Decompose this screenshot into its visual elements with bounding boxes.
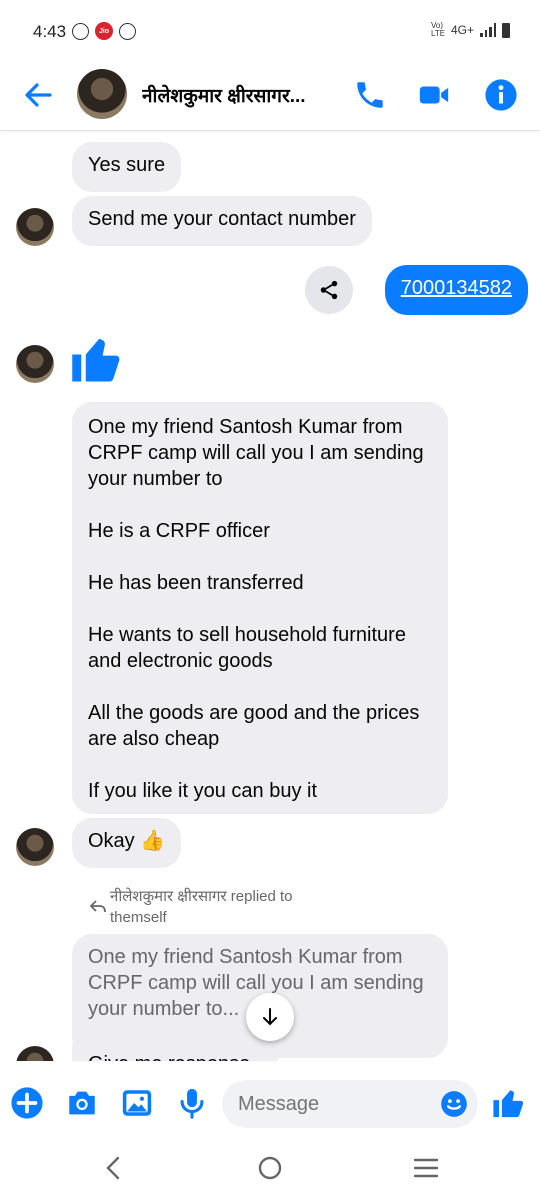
nav-recents-icon[interactable] — [410, 1152, 442, 1184]
plus-icon[interactable] — [10, 1086, 44, 1120]
sender-avatar[interactable] — [16, 1046, 54, 1061]
reply-icon — [90, 900, 106, 913]
reply-note: नीलेशकुमार क्षीरसागर replied to themself — [110, 888, 293, 926]
message-bubble-in[interactable]: Give me response — [72, 1041, 278, 1061]
battery-icon — [502, 22, 510, 38]
arrow-down-icon — [263, 1008, 277, 1026]
message-text: Send me your contact number — [88, 208, 356, 230]
phone-number-link[interactable]: 7000134582 — [401, 277, 512, 299]
message-text: Yes sure — [88, 154, 166, 176]
message-paragraph: One my friend Santosh Kumar from CRPF ca… — [88, 416, 424, 490]
video-call-icon[interactable] — [417, 78, 451, 112]
message-text: Give me response — [88, 1053, 250, 1061]
message-list[interactable]: Yes sure Send me your contact number 700… — [0, 131, 540, 1061]
status-bar: 4:43 Jio Vo) LTE 4G+ — [0, 0, 540, 62]
message-paragraph: All the goods are good and the prices ar… — [88, 702, 420, 750]
sender-avatar[interactable] — [16, 828, 54, 866]
back-arrow-icon[interactable] — [22, 80, 54, 110]
message-paragraph: If you like it you can buy it — [88, 780, 318, 802]
system-navigation-bar — [0, 1140, 540, 1196]
thumbs-up-sticker-icon[interactable] — [70, 331, 124, 387]
signal-icon — [480, 23, 496, 37]
info-icon[interactable] — [484, 78, 518, 112]
message-text: Okay 👍 — [88, 830, 166, 852]
message-bubble-out[interactable]: 7000134582 — [384, 265, 528, 315]
nav-home-icon[interactable] — [254, 1152, 286, 1184]
microphone-icon[interactable] — [175, 1086, 209, 1120]
message-bubble-in[interactable]: One my friend Santosh Kumar from CRPF ca… — [72, 402, 448, 814]
thumbs-up-send-icon[interactable] — [492, 1086, 526, 1120]
whatsapp-icon — [119, 22, 136, 40]
emoji-icon[interactable] — [440, 1090, 468, 1118]
message-bubble-in[interactable]: Okay 👍 — [72, 818, 182, 868]
status-time: 4:43 — [33, 22, 67, 41]
whatsapp-icon — [72, 22, 89, 40]
status-right: Vo) LTE 4G+ — [431, 22, 510, 38]
phone-call-icon[interactable] — [353, 78, 387, 112]
camera-icon[interactable] — [65, 1086, 99, 1120]
contact-name[interactable]: नीलेशकुमार क्षीरसागर... — [142, 82, 342, 108]
jio-icon: Jio — [95, 22, 113, 40]
share-button[interactable] — [305, 266, 353, 314]
volte-icon: Vo) LTE — [430, 21, 446, 38]
sender-avatar[interactable] — [16, 208, 54, 246]
message-paragraph: He wants to sell household furniture and… — [88, 624, 406, 672]
contact-avatar[interactable] — [77, 69, 127, 119]
message-bubble-in[interactable]: Send me your contact number — [72, 196, 372, 246]
nav-back-icon[interactable] — [98, 1152, 130, 1184]
scroll-to-bottom-button[interactable] — [246, 993, 294, 1041]
network-type: 4G+ — [450, 23, 474, 37]
message-composer — [0, 1070, 540, 1140]
gallery-icon[interactable] — [120, 1086, 154, 1120]
sender-avatar[interactable] — [16, 345, 54, 383]
message-paragraph: He has been transferred — [88, 572, 304, 594]
message-paragraph: He is a CRPF officer — [88, 520, 270, 542]
conversation-header: नीलेशकुमार क्षीरसागर... — [0, 62, 540, 131]
message-bubble-in[interactable]: Yes sure — [72, 142, 182, 192]
notification-icons: Jio — [72, 22, 136, 40]
share-icon — [320, 280, 338, 300]
